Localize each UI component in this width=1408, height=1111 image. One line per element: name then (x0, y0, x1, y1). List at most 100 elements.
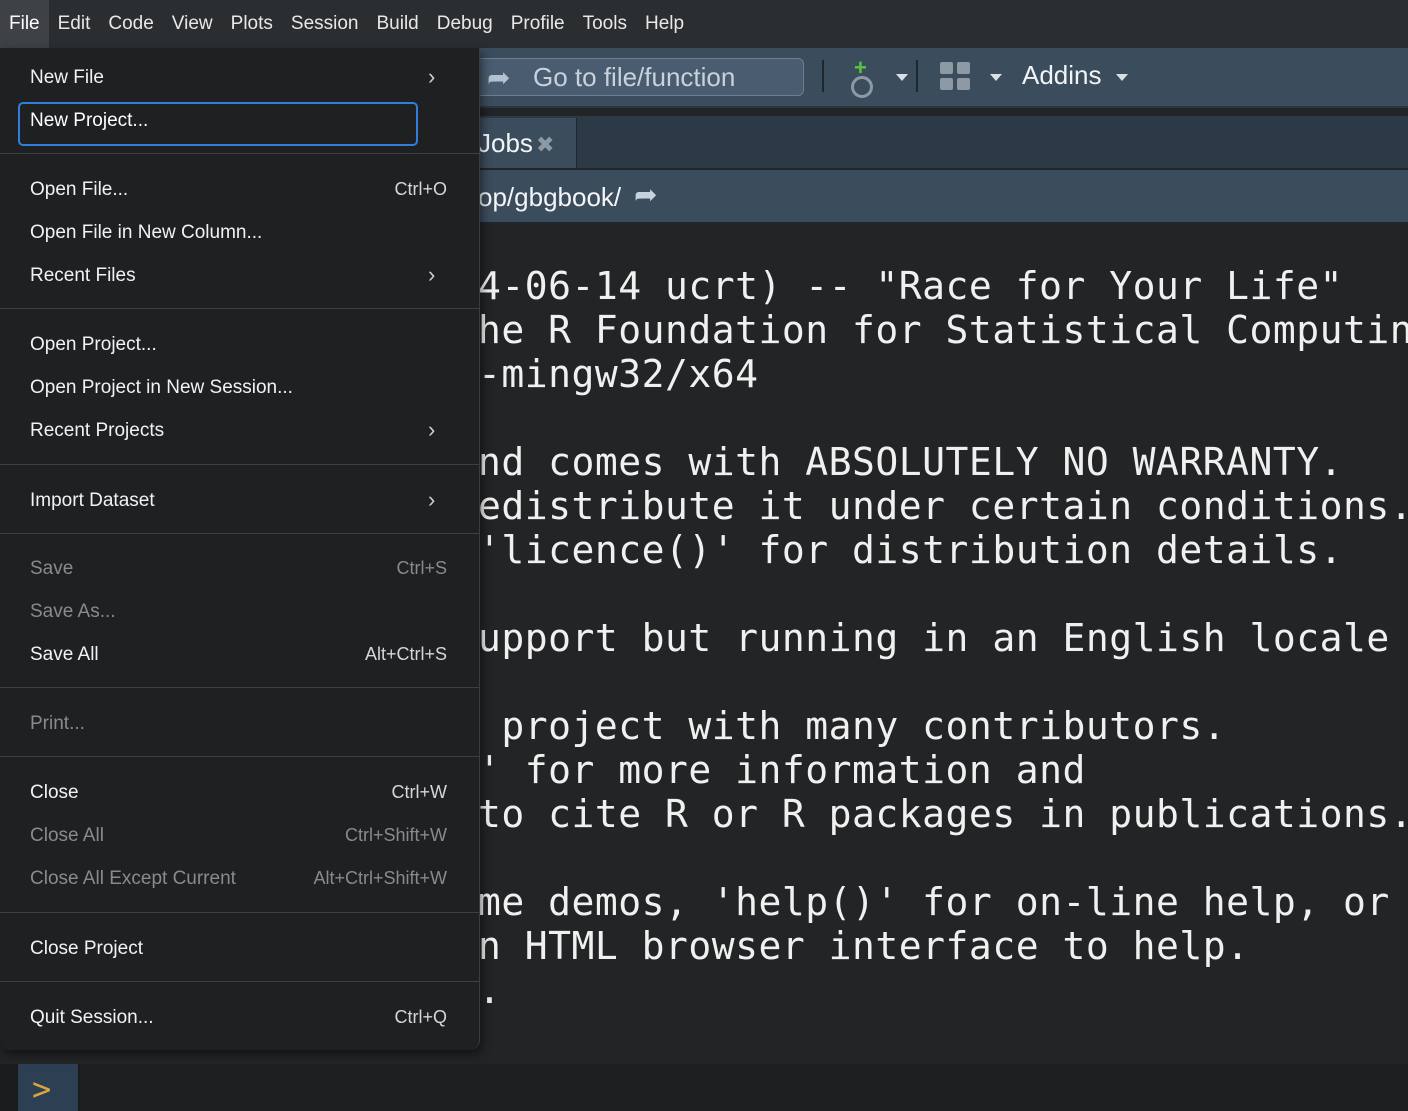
menu-item-open-file[interactable]: Open File... Ctrl+O (0, 170, 479, 210)
console-line: upport but running in an English locale (478, 616, 1390, 660)
menu-item-label: Close All Except Current (30, 868, 236, 889)
goto-file-function-input[interactable]: ➦ Go to file/function (472, 58, 804, 96)
menu-file[interactable]: File (0, 0, 49, 48)
menu-item-shortcut: Ctrl+Shift+W (344, 825, 447, 845)
vcs-dropdown-caret-icon[interactable] (896, 74, 908, 81)
menu-item-label: Save (30, 558, 74, 579)
menu-item-label: Save As... (30, 601, 116, 622)
menu-item-print[interactable]: Print... (0, 704, 479, 744)
console-prompt-area: > (0, 1064, 1408, 1111)
menu-item-label: Quit Session... (30, 1007, 154, 1028)
menu-item-open-project[interactable]: Open Project... (0, 325, 479, 365)
console-line: nd comes with ABSOLUTELY NO WARRANTY. (478, 440, 1343, 484)
console-line: . (478, 968, 502, 1012)
console-line: 'licence()' for distribution details. (478, 528, 1343, 572)
menu-item-recent-files[interactable]: Recent Files › (0, 256, 479, 296)
console-line: me demos, 'help()' for on-line help, or (478, 880, 1390, 924)
console-line: to cite R or R packages in publications. (478, 792, 1408, 836)
menu-item-label: Save All (30, 644, 99, 665)
menu-item-label: Close Project (30, 938, 143, 959)
menu-item-label: New Project... (30, 110, 149, 131)
menu-item-shortcut: Ctrl+W (391, 782, 448, 802)
menu-item-open-project-new-session[interactable]: Open Project in New Session... (0, 368, 479, 408)
menu-session[interactable]: Session (282, 0, 368, 48)
console-line: edistribute it under certain conditions. (478, 484, 1408, 528)
menu-item-label: Open Project in New Session... (30, 377, 293, 398)
menu-item-label: Print... (30, 713, 85, 734)
menu-tools[interactable]: Tools (574, 0, 636, 48)
menu-view[interactable]: View (163, 0, 222, 48)
vcs-add-icon[interactable]: + (848, 57, 876, 98)
menu-item-label: Import Dataset (30, 490, 155, 511)
chevron-right-icon: › (428, 64, 436, 89)
prompt-symbol: > (32, 1070, 52, 1108)
console-line: ' for more information and (478, 748, 1086, 792)
menu-item-shortcut: Ctrl+S (396, 558, 447, 578)
tab-jobs[interactable]: Jobs ✖ (470, 118, 577, 168)
menu-item-label: Open Project... (30, 334, 157, 355)
menu-build[interactable]: Build (368, 0, 428, 48)
menu-item-label: Open File in New Column... (30, 222, 263, 243)
menu-bar: File Edit Code View Plots Session Build … (0, 0, 1408, 48)
menu-item-new-file[interactable]: New File › (0, 58, 479, 98)
menu-separator (0, 687, 479, 688)
menu-item-close-all-except-current[interactable]: Close All Except Current Alt+Ctrl+Shift+… (0, 859, 479, 899)
menu-item-new-project[interactable]: New Project... (0, 101, 479, 141)
console-line: project with many contributors. (478, 704, 1227, 748)
menu-item-shortcut: Alt+Ctrl+S (364, 644, 447, 664)
chevron-right-icon: › (428, 487, 436, 512)
menu-item-close[interactable]: Close Ctrl+W (0, 773, 479, 813)
menu-edit[interactable]: Edit (49, 0, 100, 48)
menu-item-close-project[interactable]: Close Project (0, 929, 479, 969)
menu-plots[interactable]: Plots (222, 0, 282, 48)
addins-button[interactable]: Addins (1022, 60, 1102, 91)
menu-item-close-all[interactable]: Close All Ctrl+Shift+W (0, 816, 479, 856)
toolbar-separator (916, 60, 918, 92)
menu-item-label: Close (30, 782, 79, 803)
chevron-right-icon: › (428, 417, 436, 442)
console-input[interactable] (80, 1064, 1408, 1111)
menu-item-import-dataset[interactable]: Import Dataset › (0, 481, 479, 521)
menu-item-shortcut: Ctrl+Q (394, 1007, 447, 1027)
goto-file-placeholder: Go to file/function (533, 61, 736, 92)
menu-separator (0, 533, 479, 534)
menu-debug[interactable]: Debug (428, 0, 502, 48)
menu-item-label: Close All (30, 825, 104, 846)
menu-item-save-all[interactable]: Save All Alt+Ctrl+S (0, 635, 479, 675)
toolbar-separator (822, 60, 824, 92)
menu-item-label: Recent Files (30, 265, 136, 286)
menu-item-label: New File (30, 67, 104, 88)
workspace-panes-icon[interactable] (940, 62, 972, 92)
menu-separator (0, 912, 479, 913)
menu-help[interactable]: Help (636, 0, 693, 48)
menu-separator (0, 153, 479, 154)
menu-item-open-file-new-column[interactable]: Open File in New Column... (0, 213, 479, 253)
tab-jobs-label: Jobs (478, 128, 533, 158)
menu-separator (0, 756, 479, 757)
menu-item-shortcut: Alt+Ctrl+Shift+W (313, 868, 447, 888)
menu-separator (0, 308, 479, 309)
chevron-right-icon: › (428, 262, 436, 287)
console-line: he R Foundation for Statistical Computin… (478, 308, 1408, 352)
menu-profile[interactable]: Profile (502, 0, 574, 48)
menu-separator (0, 981, 479, 982)
menu-item-label: Open File... (30, 179, 129, 200)
file-menu-dropdown: New File › New Project... Open File... C… (0, 48, 480, 1050)
console-line: n HTML browser interface to help. (478, 924, 1250, 968)
menu-item-shortcut: Ctrl+O (394, 179, 447, 199)
menu-item-quit-session[interactable]: Quit Session... Ctrl+Q (0, 998, 479, 1038)
menu-item-save-as[interactable]: Save As... (0, 592, 479, 632)
close-icon[interactable]: ✖ (536, 132, 554, 158)
go-to-directory-icon[interactable]: ➦ (634, 178, 657, 211)
console-line: 4-06-14 ucrt) -- "Race for Your Life" (478, 264, 1343, 308)
menu-item-recent-projects[interactable]: Recent Projects › (0, 411, 479, 451)
menu-item-label: Recent Projects (30, 420, 165, 441)
goto-arrow-icon: ➦ (487, 61, 511, 93)
panes-dropdown-caret-icon[interactable] (990, 74, 1002, 81)
addins-caret-icon[interactable] (1116, 74, 1128, 81)
menu-item-save[interactable]: Save Ctrl+S (0, 549, 479, 589)
menu-separator (0, 464, 479, 465)
working-directory-path: op/gbgbook/ (478, 182, 622, 212)
menu-code[interactable]: Code (99, 0, 162, 48)
console-line: -mingw32/x64 (478, 352, 759, 396)
